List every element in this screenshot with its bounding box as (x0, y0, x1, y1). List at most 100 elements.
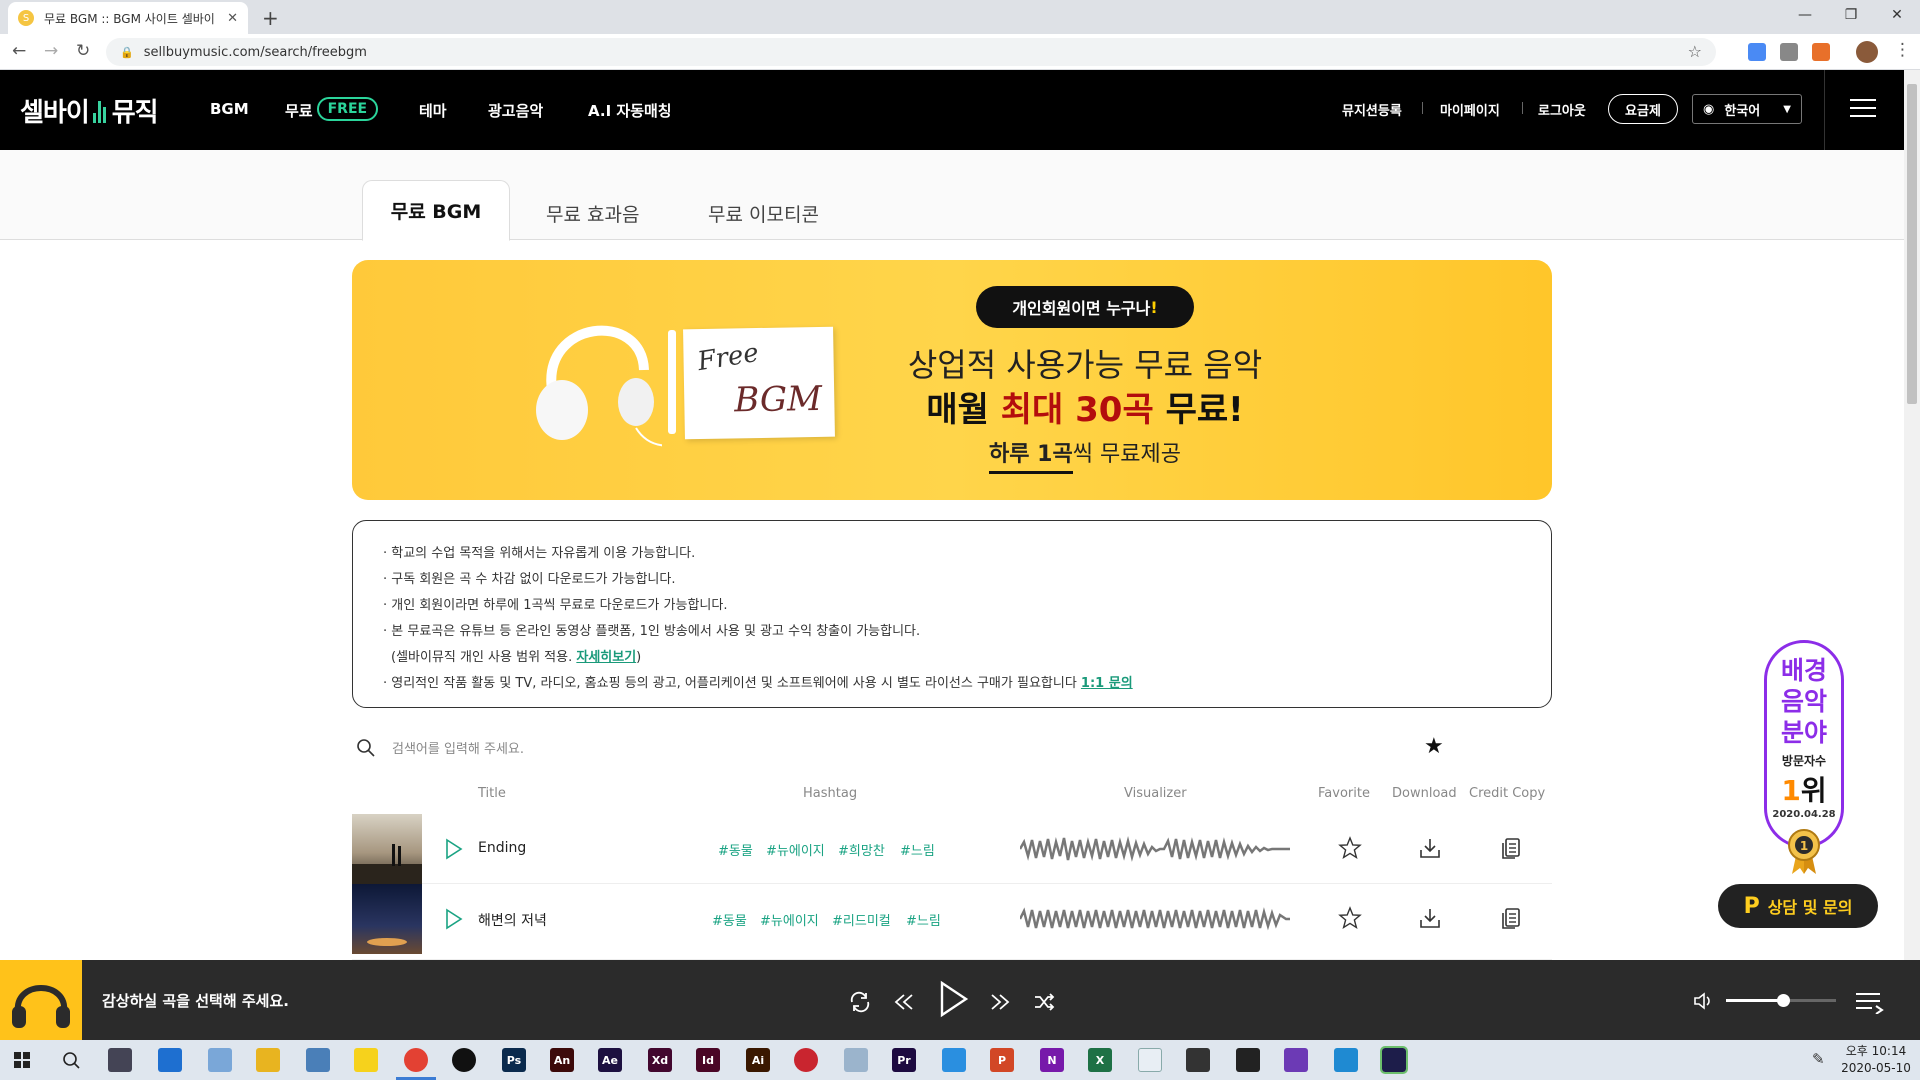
address-bar[interactable]: 🔒 sellbuymusic.com/search/freebgm ☆ (106, 38, 1716, 66)
nav-bgm[interactable]: BGM (210, 100, 249, 118)
nav-ad-music[interactable]: 광고음악 (488, 100, 543, 121)
fast-forward-icon[interactable] (988, 990, 1012, 1014)
track-title[interactable]: Ending (478, 840, 526, 856)
playlist-icon[interactable] (1854, 990, 1884, 1014)
site-logo[interactable]: 셀바이 뮤직 (20, 92, 159, 129)
favorite-star-icon[interactable] (1338, 836, 1362, 860)
volume-icon[interactable] (1692, 990, 1714, 1012)
track-hashtag[interactable]: #리드미컬 (832, 910, 891, 929)
tab-free-sfx[interactable]: 무료 효과음 (546, 200, 639, 227)
track-play-icon[interactable] (444, 908, 464, 930)
taskbar-app-icon[interactable]: Xd (648, 1048, 672, 1072)
pricing-button[interactable]: 요금제 (1608, 94, 1678, 124)
inquiry-link[interactable]: 1:1 문의 (1081, 676, 1133, 691)
search-icon[interactable] (356, 738, 376, 758)
tab-free-bgm[interactable]: 무료 BGM (362, 180, 510, 241)
track-hashtag[interactable]: #느림 (900, 840, 935, 859)
new-tab-icon[interactable]: + (262, 6, 279, 30)
track-hashtag[interactable]: #동물 (718, 840, 753, 859)
task-view-icon[interactable] (108, 1048, 132, 1072)
visual-studio-icon[interactable] (1284, 1048, 1308, 1072)
taskbar-app-icon[interactable]: Id (696, 1048, 720, 1072)
credit-copy-icon[interactable] (1500, 836, 1524, 860)
volume-slider[interactable] (1726, 994, 1836, 1007)
translate-extension-icon[interactable] (1748, 43, 1766, 61)
track-hashtag[interactable]: #뉴에이지 (766, 840, 825, 859)
chrome-icon[interactable] (404, 1048, 428, 1072)
reload-icon[interactable]: ↻ (76, 41, 90, 61)
close-window-icon[interactable]: ✕ (1874, 0, 1920, 30)
track-hashtag[interactable]: #동물 (712, 910, 747, 929)
credit-copy-icon[interactable] (1500, 906, 1524, 930)
volume-knob[interactable] (1777, 994, 1791, 1007)
musician-register-link[interactable]: 뮤지션등록 (1342, 100, 1402, 119)
windows-start-icon[interactable] (14, 1052, 30, 1068)
extension-icon[interactable] (1812, 43, 1830, 61)
details-link[interactable]: 자세히보기 (576, 650, 636, 665)
kakaotalk-icon[interactable] (354, 1048, 378, 1072)
taskbar-search-icon[interactable] (62, 1051, 80, 1069)
play-icon[interactable] (936, 980, 970, 1018)
profile-avatar[interactable] (1856, 41, 1878, 63)
back-icon[interactable]: ← (12, 41, 26, 61)
language-select[interactable]: ◉ 한국어 ▼ (1692, 94, 1802, 124)
file-explorer-icon[interactable] (256, 1048, 280, 1072)
scrollbar-thumb[interactable] (1907, 84, 1917, 404)
browser-tab[interactable]: S 무료 BGM :: BGM 사이트 셀바이 ✕ (8, 2, 248, 34)
consult-button[interactable]: P 상담 및 문의 (1718, 884, 1878, 928)
bookmark-star-icon[interactable]: ☆ (1688, 42, 1702, 61)
track-hashtag[interactable]: #느림 (906, 910, 941, 929)
paint-app-icon[interactable] (208, 1048, 232, 1072)
app-icon[interactable] (942, 1048, 966, 1072)
track-thumbnail[interactable] (352, 884, 422, 954)
taskbar-app-icon[interactable]: Ps (502, 1048, 526, 1072)
shuffle-icon[interactable] (1032, 990, 1056, 1014)
track-thumbnail[interactable] (352, 814, 422, 884)
page-scrollbar[interactable] (1904, 70, 1920, 960)
camera-extension-icon[interactable] (1780, 43, 1798, 61)
pen-tray-icon[interactable]: ✎ (1812, 1050, 1825, 1068)
download-icon[interactable] (1418, 906, 1442, 930)
minimize-icon[interactable]: — (1782, 0, 1828, 30)
app-icon[interactable] (1186, 1048, 1210, 1072)
restore-icon[interactable]: ❐ (1828, 0, 1874, 30)
forward-icon[interactable]: → (44, 41, 58, 61)
system-clock[interactable]: 오후 10:14 2020-05-10 (1836, 1043, 1916, 1077)
track-hashtag[interactable]: #희망찬 (838, 840, 885, 859)
taskbar-app-icon[interactable]: Ai (746, 1048, 770, 1072)
hamburger-menu-icon[interactable] (1850, 99, 1876, 123)
app-icon[interactable] (306, 1048, 330, 1072)
rewind-icon[interactable] (892, 990, 916, 1014)
mail-app-icon[interactable] (158, 1048, 182, 1072)
nav-ai-matching[interactable]: A.I 자동매칭 (588, 100, 672, 121)
app-icon[interactable] (1138, 1048, 1162, 1072)
tab-free-emoticon[interactable]: 무료 이모티콘 (708, 200, 819, 227)
app-icon[interactable] (1236, 1048, 1260, 1072)
tab-close-icon[interactable]: ✕ (227, 11, 238, 26)
search-input[interactable] (392, 736, 992, 762)
taskbar-app-icon[interactable]: An (550, 1048, 574, 1072)
recorder-icon[interactable] (452, 1048, 476, 1072)
taskbar-app-icon[interactable]: N (1040, 1048, 1064, 1072)
browser-menu-icon[interactable]: ⋮ (1894, 40, 1911, 60)
favorite-star-icon[interactable] (1338, 906, 1362, 930)
visitor-rank-badge[interactable]: 배경 음악 분야 방문자수 1위 2020.04.28 (1764, 640, 1844, 848)
track-hashtag[interactable]: #뉴에이지 (760, 910, 819, 929)
download-icon[interactable] (1418, 836, 1442, 860)
vscode-icon[interactable] (1334, 1048, 1358, 1072)
mypage-link[interactable]: 마이페이지 (1440, 100, 1500, 119)
taskbar-app-icon[interactable]: P (990, 1048, 1014, 1072)
track-waveform[interactable] (1020, 902, 1290, 936)
track-title[interactable]: 해변의 저녁 (478, 910, 547, 930)
taskbar-app-icon[interactable]: Pr (892, 1048, 916, 1072)
app-icon[interactable] (844, 1048, 868, 1072)
nav-theme[interactable]: 테마 (419, 100, 447, 121)
nav-free[interactable]: 무료 FREE (285, 97, 379, 124)
track-play-icon[interactable] (444, 838, 464, 860)
track-waveform[interactable] (1020, 832, 1290, 866)
favorite-filter-star-icon[interactable]: ★ (1424, 734, 1444, 759)
taskbar-app-icon[interactable]: Ae (598, 1048, 622, 1072)
repeat-icon[interactable] (848, 990, 872, 1014)
logout-link[interactable]: 로그아웃 (1538, 100, 1586, 119)
app-icon[interactable] (794, 1048, 818, 1072)
